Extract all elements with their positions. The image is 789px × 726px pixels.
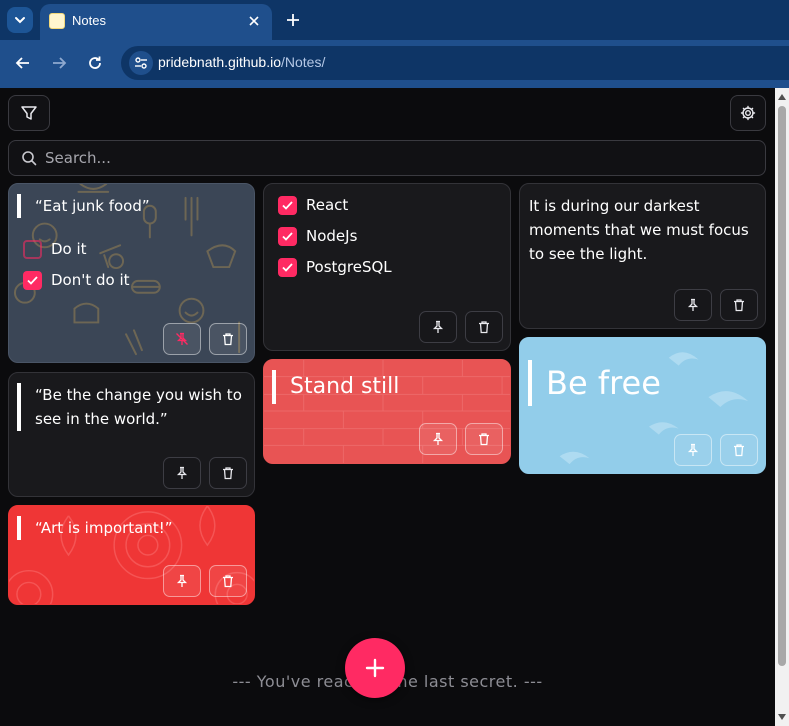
search-icon xyxy=(22,151,37,166)
scroll-up-arrow-icon[interactable] xyxy=(777,92,787,102)
delete-button[interactable] xyxy=(209,323,247,355)
note-card[interactable]: Stand still xyxy=(263,359,511,464)
gear-icon xyxy=(740,105,756,121)
add-note-button[interactable] xyxy=(345,638,405,698)
browser-tab-notes[interactable]: Notes xyxy=(40,4,272,40)
address-bar[interactable]: pridebnath.github.io/Notes/ xyxy=(121,46,789,80)
delete-button[interactable] xyxy=(465,423,503,455)
pin-button[interactable] xyxy=(163,457,201,489)
close-icon xyxy=(249,16,259,26)
scroll-down-arrow-icon[interactable] xyxy=(777,712,787,722)
pin-icon xyxy=(687,298,699,311)
pin-icon xyxy=(176,466,188,479)
url-host: pridebnath.github.io xyxy=(158,54,281,70)
trash-icon xyxy=(223,575,233,588)
checklist-label: React xyxy=(306,196,349,214)
checkbox-checked-icon[interactable] xyxy=(278,226,297,246)
checkbox-checked-icon[interactable] xyxy=(278,257,297,277)
note-card[interactable]: React NodeJs PostgreSQL xyxy=(263,183,511,351)
trash-icon xyxy=(734,299,744,312)
forward-button[interactable] xyxy=(47,51,71,75)
chrome-divider xyxy=(0,86,789,88)
pin-button[interactable] xyxy=(674,434,712,466)
pin-button[interactable] xyxy=(163,565,201,597)
note-body: It is during our darkest moments that we… xyxy=(529,197,749,263)
site-info-button[interactable] xyxy=(129,51,153,75)
scrollbar-thumb[interactable] xyxy=(778,106,786,666)
chevron-down-icon xyxy=(15,17,25,24)
tab-title: Notes xyxy=(72,13,106,28)
trash-icon xyxy=(479,433,489,446)
notes-favicon-icon xyxy=(49,13,65,29)
delete-button[interactable] xyxy=(209,457,247,489)
checklist-item[interactable]: Do it xyxy=(23,237,87,261)
search-input[interactable] xyxy=(45,141,745,175)
checklist-label: NodeJs xyxy=(306,227,358,245)
checklist-label: PostgreSQL xyxy=(306,258,392,276)
note-card[interactable]: “Art is important!” xyxy=(8,505,255,605)
reload-button[interactable] xyxy=(83,51,107,75)
plus-icon xyxy=(287,14,299,26)
trash-icon xyxy=(479,321,489,334)
tab-close-button[interactable] xyxy=(245,12,263,30)
pin-icon xyxy=(176,574,188,587)
pin-icon xyxy=(687,443,699,456)
trash-icon xyxy=(223,467,233,480)
trash-icon xyxy=(223,333,233,346)
checklist-label: Don't do it xyxy=(51,271,130,289)
search-box xyxy=(8,140,766,176)
checklist-item[interactable]: React xyxy=(278,193,348,217)
pin-off-icon xyxy=(176,332,188,345)
note-card[interactable]: It is during our darkest moments that we… xyxy=(519,183,766,329)
checklist-item[interactable]: Don't do it xyxy=(23,268,130,292)
pin-icon xyxy=(432,432,444,445)
note-title: “Eat junk food” xyxy=(17,194,244,218)
url-text: pridebnath.github.io/Notes/ xyxy=(158,54,325,70)
note-title: Stand still xyxy=(272,370,500,404)
pin-button[interactable] xyxy=(674,289,712,321)
plus-icon xyxy=(365,658,385,678)
delete-button[interactable] xyxy=(209,565,247,597)
checklist-label: Do it xyxy=(51,240,87,258)
note-card[interactable]: “Be the change you wish to see in the wo… xyxy=(8,372,255,497)
url-path: /Notes/ xyxy=(281,54,326,70)
arrow-right-icon xyxy=(53,57,67,69)
pin-icon xyxy=(432,320,444,333)
settings-button[interactable] xyxy=(730,95,766,131)
delete-button[interactable] xyxy=(720,289,758,321)
note-card[interactable]: Be free xyxy=(519,337,766,474)
back-button[interactable] xyxy=(11,51,35,75)
checklist-item[interactable]: NodeJs xyxy=(278,224,357,248)
checkbox-checked-icon[interactable] xyxy=(278,195,297,215)
tune-icon xyxy=(135,57,147,69)
pin-button[interactable] xyxy=(419,423,457,455)
delete-button[interactable] xyxy=(465,311,503,343)
delete-button[interactable] xyxy=(720,434,758,466)
unpin-button[interactable] xyxy=(163,323,201,355)
arrow-left-icon xyxy=(15,57,29,69)
note-title: “Art is important!” xyxy=(17,516,244,540)
new-tab-button[interactable] xyxy=(283,10,303,30)
reload-icon xyxy=(89,56,101,69)
trash-icon xyxy=(734,444,744,457)
note-title: Be free xyxy=(528,360,755,406)
note-title: “Be the change you wish to see in the wo… xyxy=(17,383,244,431)
filter-button[interactable] xyxy=(8,95,50,131)
pin-button[interactable] xyxy=(419,311,457,343)
note-card[interactable]: “Eat junk food” Do it Don't do it xyxy=(8,183,255,363)
browser-toolbar: pridebnath.github.io/Notes/ xyxy=(0,40,789,86)
browser-tab-bar: Notes xyxy=(0,0,789,40)
filter-icon xyxy=(21,106,37,120)
checkbox-unchecked-icon[interactable] xyxy=(23,239,42,259)
checklist-item[interactable]: PostgreSQL xyxy=(278,255,392,279)
page-scrollbar[interactable] xyxy=(775,88,789,726)
checkbox-checked-icon[interactable] xyxy=(23,270,42,290)
tab-search-button[interactable] xyxy=(7,7,33,33)
